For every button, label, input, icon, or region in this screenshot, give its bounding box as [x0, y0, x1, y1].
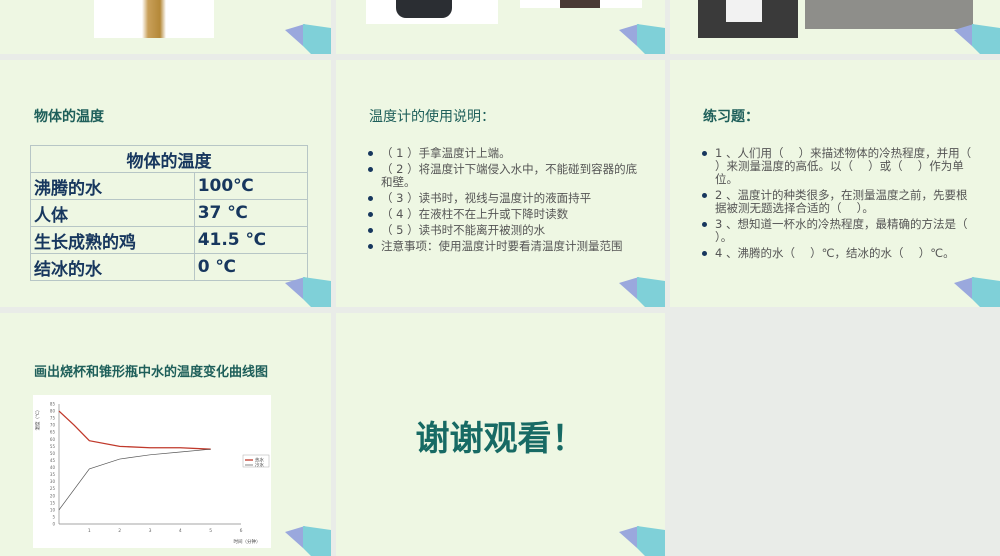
x-axis-label: 时间（分钟） [234, 538, 261, 545]
x-tick-label: 3 [149, 528, 152, 534]
x-tick-label: 4 [179, 528, 182, 534]
table-cell: 37 ℃ [193, 199, 309, 227]
legend-label: 热水 [255, 457, 264, 464]
slide-title: 练习题： [703, 109, 759, 125]
y-tick-label: 55 [50, 444, 56, 449]
list-item: （ 5 ）读书时不能离开被测的水 [367, 224, 639, 237]
list-item: （ 4 ）在液柱不在上升或下降时读数 [367, 208, 639, 221]
y-tick-label: 25 [50, 486, 56, 491]
x-tick-label: 1 [88, 528, 91, 534]
slide-6-thumbnail[interactable]: 练习题： 1 、人们用（ ）来描述物体的冷热程度，并用（ ）来测量温度的高低。以… [670, 60, 1000, 307]
series-line-cold [58, 448, 211, 511]
table-cell: 结冰的水 [30, 253, 195, 281]
x-tick-label: 5 [209, 528, 212, 534]
y-tick-label: 80 [50, 409, 56, 414]
temperature-chart: 0 5 10 15 20 25 30 35 40 45 50 55 60 65 70 75 80 85 1 2 3 4 5 6… [33, 395, 271, 548]
slide-title: 画出烧杯和锥形瓶中水的温度变化曲线图 [34, 365, 269, 380]
digital-thermometer-image [366, 0, 498, 24]
list-item: （ 2 ）将温度计下端侵入水中，不能碰到容器的底和壁。 [367, 163, 639, 189]
list-item: 注意事项：使用温度计时要看清温度计测量范围 [367, 240, 639, 253]
y-tick-label: 40 [50, 465, 56, 470]
slide-4-thumbnail[interactable]: 物体的温度 物体的温度 沸腾的水 100℃ 人体 37 ℃ 生长成熟的鸡 41.5 ℃… [0, 60, 331, 307]
corner-decoration-icon [619, 277, 665, 307]
slide-1-thumbnail[interactable] [0, 0, 331, 54]
list-item: 1 、人们用（ ）来描述物体的冷热程度，并用（ ）来测量温度的高低。以（ ）或（… [701, 147, 986, 186]
table-cell: 生长成熟的鸡 [30, 226, 195, 254]
y-tick-label: 45 [50, 458, 56, 463]
table-row: 人体 37 ℃ [30, 199, 309, 227]
chart-svg: 05101520253035404550556065707580851 2 3 4 5 6… [34, 402, 270, 545]
list-item: 3 、想知道一杯水的冷热程度，最精确的方法是（ ）。 [701, 218, 983, 244]
thanks-text: 谢谢观看！ [415, 419, 586, 459]
table-cell: 人体 [30, 199, 195, 227]
list-item: 4 、沸腾的水（ ）℃，结冰的水（ ）℃。 [701, 247, 976, 260]
corner-decoration-icon [619, 24, 665, 54]
x-tick-label: 2 [118, 528, 121, 534]
y-tick-label: 10 [50, 507, 56, 512]
slide-title: 温度计的使用说明： [369, 109, 495, 125]
slide-5-thumbnail[interactable]: 温度计的使用说明： （ 1 ）手拿温度计上端。 （ 2 ）将温度计下端侵入水中，… [336, 60, 665, 307]
corner-decoration-icon [954, 277, 1000, 307]
bullet-list: 1 、人们用（ ）来描述物体的冷热程度，并用（ ）来测量温度的高低。以（ ）或（… [701, 147, 986, 263]
table-row: 结冰的水 0 ℃ [30, 253, 309, 281]
slide-2-thumbnail[interactable] [336, 0, 665, 54]
pressure-gauge-image [94, 0, 214, 38]
list-item: （ 1 ）手拿温度计上端。 [367, 147, 639, 160]
slide-8-thumbnail[interactable]: 谢谢观看！ [336, 313, 665, 556]
corner-decoration-icon [954, 24, 1000, 54]
y-tick-label: 5 [52, 514, 55, 519]
corner-decoration-icon [619, 526, 665, 556]
list-item: （ 3 ）读书时，视线与温度计的液面持平 [367, 192, 639, 205]
bullet-list: （ 1 ）手拿温度计上端。 （ 2 ）将温度计下端侵入水中，不能碰到容器的底和壁… [367, 147, 639, 256]
corner-decoration-icon [285, 526, 331, 556]
y-tick-label: 20 [50, 493, 56, 498]
y-tick-label: 0 [52, 522, 55, 527]
y-tick-label: 70 [50, 423, 56, 428]
list-item: 2 、温度计的种类很多，在测量温度之前，先要根据被测无题选择合适的（ ）。 [701, 189, 976, 215]
table-cell: 100℃ [193, 172, 309, 200]
y-tick-label: 35 [50, 472, 56, 477]
y-tick-label: 30 [50, 479, 56, 484]
y-tick-label: 65 [50, 430, 56, 435]
table-cell: 41.5 ℃ [193, 226, 309, 254]
legend-label: 冷水 [255, 462, 264, 469]
table-header: 物体的温度 [30, 145, 308, 173]
y-tick-label: 85 [50, 402, 56, 407]
slide-3-thumbnail[interactable] [670, 0, 1000, 54]
y-tick-label: 50 [50, 451, 56, 456]
x-tick-label: 6 [240, 528, 243, 534]
table-row: 沸腾的水 100℃ [30, 172, 309, 200]
y-tick-label: 60 [50, 437, 56, 442]
table-cell: 沸腾的水 [30, 172, 195, 200]
y-tick-label: 15 [50, 500, 56, 505]
slide-title: 物体的温度 [34, 109, 104, 125]
pen-thermometer-image [805, 0, 973, 29]
corner-decoration-icon [285, 277, 331, 307]
corner-decoration-icon [285, 24, 331, 54]
y-axis-label: 温度（℃） [34, 407, 41, 430]
temperature-table: 物体的温度 沸腾的水 100℃ 人体 37 ℃ 生长成熟的鸡 41.5 ℃ 结冰的水 0… [30, 145, 309, 281]
probe-thermometer-image [520, 0, 642, 8]
series-line-hot [58, 410, 211, 450]
y-tick-label: 75 [50, 416, 56, 421]
table-row: 生长成熟的鸡 41.5 ℃ [30, 226, 309, 254]
thermometer-card-image [698, 0, 798, 38]
